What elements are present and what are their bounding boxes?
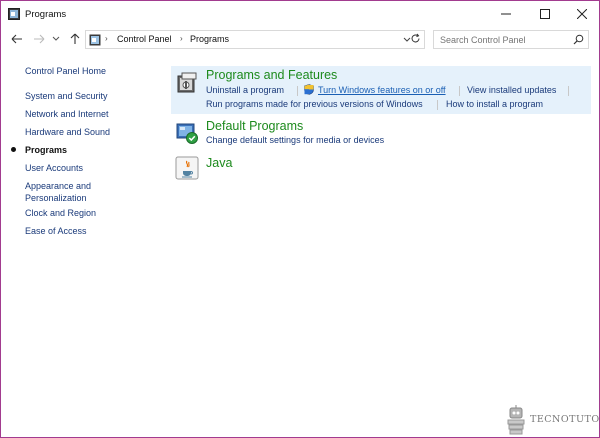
uac-shield-icon [304,84,314,95]
watermark: TECNOTUTO [504,405,599,435]
default-programs-icon [176,123,198,144]
close-button[interactable] [563,1,599,27]
default-programs-section[interactable]: Default Programs Change default settings… [171,117,591,151]
search-icon[interactable] [573,34,584,45]
sidebar-item-system-and-security[interactable]: System and Security [25,90,108,102]
sidebar-item-appearance-and-personalization-line2[interactable]: Personalization [25,192,87,204]
breadcrumb-control-panel[interactable]: Control Panel [117,34,172,44]
sidebar-item-hardware-and-sound[interactable]: Hardware and Sound [25,126,110,138]
control-panel-window: Programs › Control Panel › Programs Sear… [0,0,600,438]
how-to-install-program-link[interactable]: How to install a program [446,99,543,109]
minimize-icon [501,13,511,15]
title-bar[interactable]: Programs [1,1,599,27]
refresh-icon [411,33,419,42]
turn-windows-features-link[interactable]: Turn Windows features on or off [318,85,446,95]
view-installed-updates-link[interactable]: View installed updates [467,85,556,95]
maximize-icon [540,9,550,19]
up-arrow-icon [70,33,80,44]
breadcrumb-separator-icon: › [105,34,108,43]
java-icon [175,156,199,180]
chevron-down-icon [52,36,60,41]
sidebar-item-programs[interactable]: Programs [25,144,67,156]
java-title[interactable]: Java [206,156,232,170]
window-title: Programs [25,9,67,20]
link-separator [568,86,569,96]
back-button[interactable] [9,31,25,47]
active-item-bullet-icon [11,147,16,152]
control-panel-app-icon [8,8,20,20]
refresh-button[interactable] [407,30,423,46]
back-arrow-icon [11,34,22,44]
breadcrumb-separator-icon: › [180,34,183,43]
uninstall-program-link[interactable]: Uninstall a program [206,85,284,95]
sidebar-item-control-panel-home[interactable]: Control Panel Home [25,65,106,77]
search-box[interactable] [433,30,589,49]
link-separator [437,100,438,110]
change-default-settings-link[interactable]: Change default settings for media or dev… [206,135,384,145]
forward-button[interactable] [31,31,47,47]
forward-arrow-icon [34,34,45,44]
sidebar-item-clock-and-region[interactable]: Clock and Region [25,207,96,219]
java-section[interactable]: Java [171,154,591,184]
up-button[interactable] [67,31,83,47]
default-programs-title[interactable]: Default Programs [206,119,303,133]
sidebar-item-appearance-and-personalization[interactable]: Appearance and [25,180,91,192]
address-bar[interactable]: › Control Panel › Programs [85,30,425,49]
run-older-programs-link[interactable]: Run programs made for previous versions … [206,99,423,109]
link-separator [297,86,298,96]
recent-locations-button[interactable] [51,31,61,47]
programs-and-features-section[interactable]: Programs and Features Uninstall a progra… [171,66,591,114]
sidebar-item-user-accounts[interactable]: User Accounts [25,162,83,174]
link-separator [459,86,460,96]
sidebar-item-ease-of-access[interactable]: Ease of Access [25,225,87,237]
programs-and-features-icon [177,72,197,93]
search-input[interactable] [437,32,573,47]
robot-logo-icon [507,405,525,435]
programs-and-features-title[interactable]: Programs and Features [206,68,337,82]
breadcrumb-programs[interactable]: Programs [190,34,229,44]
minimize-button[interactable] [487,1,525,27]
control-panel-icon [89,34,101,46]
maximize-button[interactable] [526,1,564,27]
close-icon [577,9,587,19]
watermark-text: TECNOTUTO [530,414,600,425]
navigation-bar: › Control Panel › Programs [1,27,599,53]
sidebar-item-network-and-internet[interactable]: Network and Internet [25,108,109,120]
